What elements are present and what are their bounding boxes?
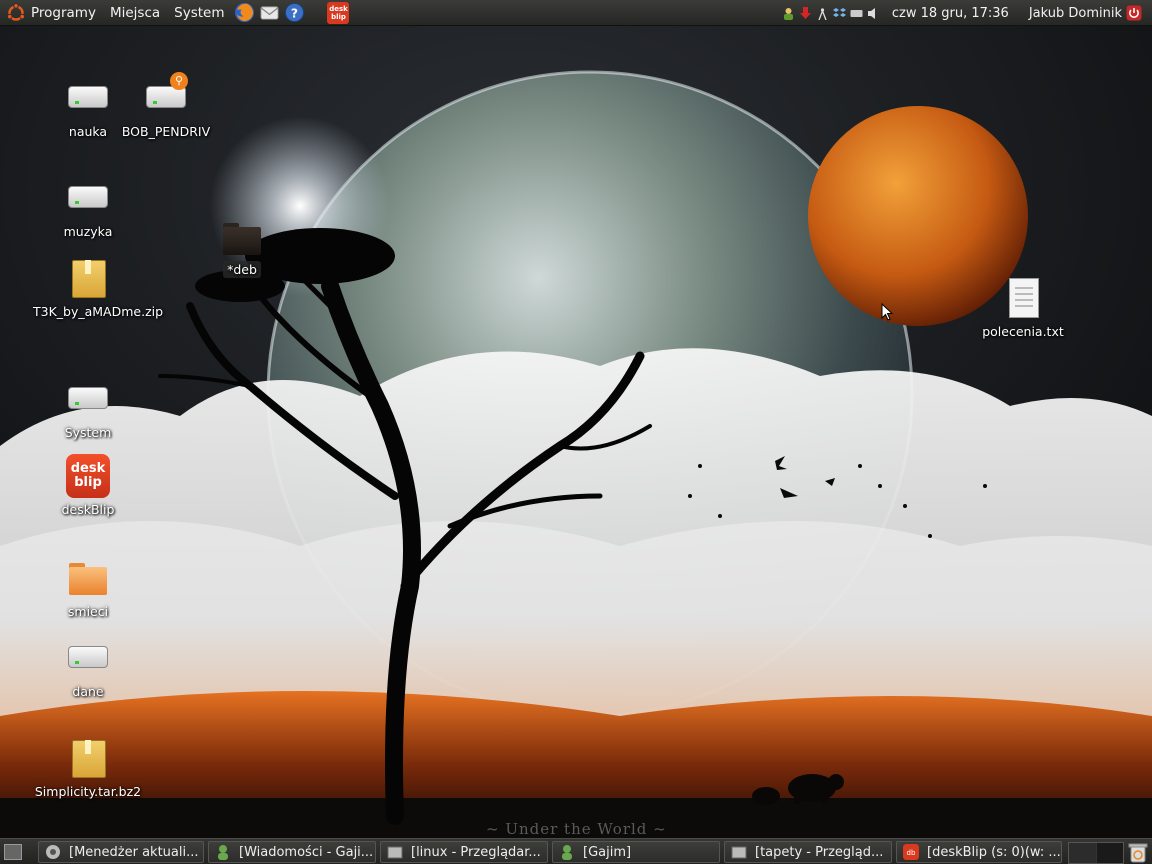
menu-label-miejsca: Miejsca [109, 4, 161, 21]
desktop-icon-label: *deb [223, 261, 261, 278]
workspace-1[interactable] [1069, 843, 1097, 863]
task-button-gajim-messages[interactable]: [Wiadomości - Gaji... [208, 841, 376, 863]
deskblip-icon: db [903, 844, 919, 860]
gajim-icon [218, 845, 228, 860]
desktop-wallpaper: ~ Under the World ~ [0, 26, 1152, 838]
archive-icon [66, 256, 110, 300]
task-button-linux-browser[interactable]: [linux - Przeglądar... [380, 841, 548, 863]
bottom-panel: [Menedżer aktuali... [Wiadomości - Gaji.… [0, 838, 1152, 864]
mail-icon[interactable] [259, 2, 280, 23]
desktop-icon-smieci[interactable]: smieci [33, 556, 143, 620]
desktop-icon-t3k-zip[interactable]: T3K_by_aMADme.zip [33, 256, 163, 320]
task-label: [deskBlip (s: 0)(w: ... [927, 844, 1061, 860]
desktop-icon-simplicity[interactable]: Simplicity.tar.bz2 [33, 736, 143, 800]
svg-text:?: ? [291, 5, 298, 20]
workspace-2[interactable] [1097, 843, 1124, 863]
desktop-icon-label: polecenia.txt [982, 324, 1064, 339]
dropbox-icon[interactable] [832, 7, 846, 20]
desktop-icon-deb[interactable]: *deb [187, 216, 297, 278]
wallpaper-caption: ~ Under the World ~ [486, 820, 667, 838]
shutdown-icon[interactable] [1126, 5, 1142, 21]
desktop-icon-label: BOB_PENDRIV [121, 124, 211, 139]
svg-text:db: db [907, 849, 916, 857]
desktop-icon-label: T3K_by_aMADme.zip [33, 304, 164, 319]
text-file-icon [1001, 276, 1045, 320]
desktop-icon-polecenia[interactable]: polecenia.txt [968, 276, 1078, 340]
user-menu-label[interactable]: Jakub Dominik [1029, 6, 1122, 21]
update-manager-icon [46, 845, 60, 859]
deskblip-launcher-brand: desk blip [329, 4, 348, 21]
trash-icon[interactable] [1128, 841, 1148, 863]
deskblip-app-icon: desk blip [66, 454, 110, 498]
ubuntu-logo-icon [7, 2, 26, 21]
workspace-switcher[interactable] [1068, 842, 1124, 864]
file-manager-icon [387, 846, 403, 859]
task-label: [linux - Przeglądar... [411, 844, 541, 860]
help-icon[interactable]: ? [284, 2, 305, 23]
system-menu[interactable]: System [168, 0, 232, 26]
archive-icon [66, 736, 110, 780]
drive-icon [66, 636, 110, 680]
network-icon[interactable] [816, 7, 829, 20]
download-icon[interactable] [799, 6, 812, 20]
task-button-update-manager[interactable]: [Menedżer aktuali... [38, 841, 204, 863]
deskblip-launcher-icon[interactable]: desk blip [327, 1, 350, 24]
desktop-icon-deskblip[interactable]: desk blip deskBlip [33, 454, 143, 518]
mouse-pointer-icon [881, 303, 893, 321]
task-label: [Gajim] [583, 844, 632, 860]
task-button-tapety-browser[interactable]: [tapety - Przegląd... [724, 841, 892, 863]
menu-label-system: System [174, 4, 225, 21]
task-button-gajim[interactable]: [Gajim] [552, 841, 720, 863]
task-label: [Menedżer aktuali... [69, 844, 199, 860]
notification-area: czw 18 gru, 17:36 Jakub Dominik [780, 0, 1152, 26]
usb-drive-icon: ⚲ [144, 72, 188, 120]
task-label: [Wiadomości - Gaji... [239, 844, 374, 860]
user-status-icon[interactable] [782, 7, 795, 20]
folder-icon [220, 216, 264, 260]
desktop-icon-bob-pendriv[interactable]: ⚲ BOB_PENDRIV [111, 72, 221, 140]
desktop-icon-muzyka[interactable]: muzyka [33, 176, 143, 240]
desktop-icon-dane[interactable]: dane [33, 636, 143, 700]
desktop-icon-label: muzyka [63, 224, 113, 239]
desktop-icon-label: System [64, 425, 112, 440]
gajim-icon [562, 845, 572, 860]
desktop-icon-label: smieci [67, 604, 109, 619]
deskblip-logo: desk blip [66, 454, 110, 498]
clock[interactable]: czw 18 gru, 17:36 [892, 6, 1009, 21]
desktop-icon-system[interactable]: System [33, 377, 143, 441]
places-menu[interactable]: Miejsca [104, 0, 168, 26]
task-label: [tapety - Przegląd... [755, 844, 884, 860]
menu-label-programy: Programy [31, 4, 96, 21]
drive-icon [66, 377, 110, 421]
drive-icon [66, 176, 110, 220]
show-desktop-button[interactable] [4, 844, 22, 860]
keyboard-icon[interactable] [850, 7, 863, 20]
desktop-icon-label: deskBlip [61, 502, 115, 517]
top-panel: Programy Miejsca System ? desk blip czw … [0, 0, 1152, 26]
desktop-icon-label: dane [72, 684, 104, 699]
task-button-deskblip[interactable]: db [deskBlip (s: 0)(w: ... [896, 841, 1062, 863]
file-manager-icon [731, 846, 747, 859]
firefox-icon[interactable] [234, 2, 255, 23]
folder-icon [66, 556, 110, 600]
desktop-icon-label: Simplicity.tar.bz2 [34, 784, 142, 799]
applications-menu[interactable]: Programy [0, 0, 104, 26]
volume-icon[interactable] [867, 7, 880, 20]
desktop-icon-label: nauka [68, 124, 108, 139]
drive-icon [66, 76, 110, 120]
